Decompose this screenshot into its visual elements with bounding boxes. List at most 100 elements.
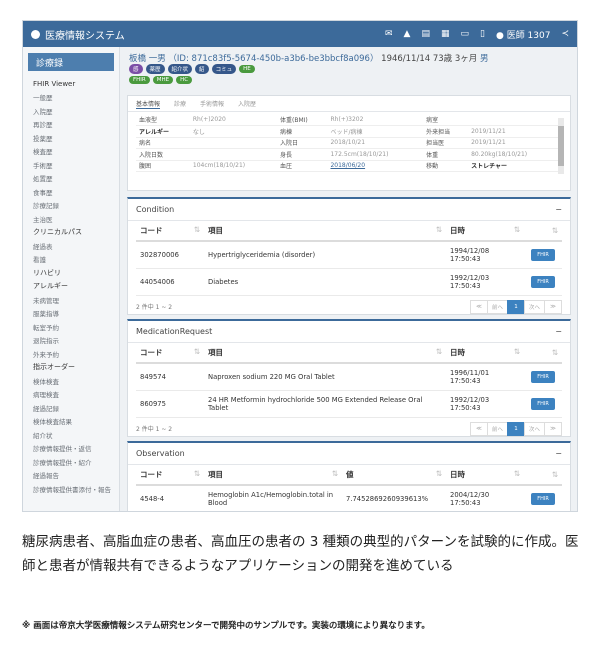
sidebar-item[interactable]: 再診歴 xyxy=(23,118,119,132)
pager-next[interactable]: 次へ xyxy=(523,299,545,314)
sidebar-item[interactable]: 検体検査結果 xyxy=(23,415,119,429)
sidebar-item[interactable]: アレルギー xyxy=(23,280,119,294)
column-header[interactable]: ⇅ xyxy=(524,221,562,242)
sidebar-item[interactable]: 転室予約 xyxy=(23,320,119,334)
pager-current[interactable]: 1 xyxy=(506,421,525,436)
sidebar-item[interactable]: 診療記録 xyxy=(23,199,119,213)
sidebar-item[interactable]: 手術歴 xyxy=(23,158,119,172)
summary-tab[interactable]: 手術情報 xyxy=(200,99,224,108)
sort-icon[interactable]: ⇅ xyxy=(514,469,520,478)
sidebar-item[interactable]: 一般歴 xyxy=(23,91,119,105)
column-header[interactable]: 項目 ⇅ xyxy=(204,343,446,364)
condition-collapse-button[interactable]: − xyxy=(555,205,562,214)
fhir-button[interactable]: FHIR xyxy=(531,397,555,410)
pager-last[interactable]: ≫ xyxy=(544,421,562,436)
sort-icon[interactable]: ⇅ xyxy=(552,226,558,235)
sort-icon[interactable]: ⇅ xyxy=(436,469,442,478)
sort-icon[interactable]: ⇅ xyxy=(514,225,520,234)
column-header[interactable]: 項目 ⇅ xyxy=(204,465,342,486)
patient-badge[interactable]: HE xyxy=(239,65,255,73)
user-menu[interactable]: ● 医師 1307 xyxy=(496,28,550,41)
file-icon[interactable]: ▯ xyxy=(480,29,485,39)
sidebar-item[interactable]: 診療情報提供・返信 xyxy=(23,442,119,456)
pager-next[interactable]: 次へ xyxy=(523,421,545,436)
column-header[interactable]: 日時 ⇅ xyxy=(446,221,524,242)
sidebar-item[interactable]: 投薬歴 xyxy=(23,131,119,145)
sidebar-item[interactable]: 食事歴 xyxy=(23,185,119,199)
sidebar-item[interactable]: 検体検査 xyxy=(23,374,119,388)
pager-prev[interactable]: 前へ xyxy=(486,299,508,314)
sidebar-item[interactable]: 入院歴 xyxy=(23,104,119,118)
notification-icon[interactable]: ✉ xyxy=(385,29,393,39)
sort-icon[interactable]: ⇅ xyxy=(552,348,558,357)
sidebar-item[interactable]: 診療情報提供・紹介 xyxy=(23,455,119,469)
sidebar-item[interactable]: 未病管理 xyxy=(23,293,119,307)
summary-tab[interactable]: 基本情報 xyxy=(136,99,161,109)
pager-prev[interactable]: 前へ xyxy=(486,421,508,436)
document-icon[interactable]: ▤ xyxy=(421,29,430,39)
pager-first[interactable]: ≪ xyxy=(469,421,488,436)
sidebar-item[interactable]: 処置歴 xyxy=(23,172,119,186)
sidebar-item[interactable]: 経過表 xyxy=(23,239,119,253)
column-header[interactable]: 値 ⇅ xyxy=(342,465,446,486)
column-header[interactable]: コード ⇅ xyxy=(136,465,204,486)
patient-badge[interactable]: 感 xyxy=(129,64,143,74)
sidebar-item[interactable]: FHIR Viewer xyxy=(23,77,119,91)
column-header[interactable]: 項目 ⇅ xyxy=(204,221,446,242)
column-header[interactable]: 日時 ⇅ xyxy=(446,465,524,486)
summary-tab[interactable]: 診療 xyxy=(174,99,186,108)
share-icon[interactable]: ≺ xyxy=(561,29,569,39)
sidebar-item[interactable]: 服薬指導 xyxy=(23,307,119,321)
fhir-button[interactable]: FHIR xyxy=(531,248,555,261)
brand[interactable]: 医療情報システム xyxy=(31,27,125,42)
sidebar-item[interactable]: 経過報告 xyxy=(23,469,119,483)
sidebar-title[interactable]: 診療録 xyxy=(28,53,114,71)
sort-icon[interactable]: ⇅ xyxy=(332,469,338,478)
sort-icon[interactable]: ⇅ xyxy=(552,470,558,479)
monitor-icon[interactable]: ▭ xyxy=(461,29,470,39)
patient-tag[interactable]: MHE xyxy=(152,76,174,84)
pager-first[interactable]: ≪ xyxy=(469,299,488,314)
patient-badge[interactable]: 紹 xyxy=(195,64,209,74)
patient-badge[interactable]: コミュ xyxy=(211,64,237,74)
fhir-button[interactable]: FHIR xyxy=(531,370,555,383)
patient-sex: 男 xyxy=(480,54,489,64)
column-header[interactable]: ⇅ xyxy=(524,465,562,486)
sort-icon[interactable]: ⇅ xyxy=(436,225,442,234)
column-header[interactable]: コード ⇅ xyxy=(136,221,204,242)
sidebar-item[interactable]: 退院指示 xyxy=(23,334,119,348)
sort-icon[interactable]: ⇅ xyxy=(436,347,442,356)
sidebar-item[interactable]: クリニカルパス xyxy=(23,226,119,240)
fhir-button[interactable]: FHIR xyxy=(531,492,555,505)
pager-current[interactable]: 1 xyxy=(506,299,525,314)
sidebar-item[interactable]: 主治医 xyxy=(23,212,119,226)
column-header[interactable]: ⇅ xyxy=(524,343,562,364)
sidebar-item[interactable]: 診療情報提供書添付・報告 xyxy=(23,482,119,496)
sidebar-item[interactable]: 検査歴 xyxy=(23,145,119,159)
patient-tag[interactable]: FHIR xyxy=(129,76,150,84)
alert-icon[interactable]: ▲ xyxy=(404,29,411,39)
calendar-icon[interactable]: ▦ xyxy=(441,29,450,39)
sidebar-item[interactable]: 指示オーダー xyxy=(23,361,119,375)
patient-badge[interactable]: 紹介状 xyxy=(167,64,193,74)
sort-icon[interactable]: ⇅ xyxy=(194,225,200,234)
summary-tab[interactable]: 入院歴 xyxy=(238,99,256,108)
summary-scrollbar[interactable] xyxy=(558,118,564,174)
fhir-button[interactable]: FHIR xyxy=(531,275,555,288)
patient-tag[interactable]: HC xyxy=(176,76,193,84)
sidebar-item[interactable]: 外来予約 xyxy=(23,347,119,361)
patient-badge[interactable]: 薬歴 xyxy=(145,64,165,74)
sidebar-item[interactable]: 病理検査 xyxy=(23,388,119,402)
sidebar-item[interactable]: リハビリ xyxy=(23,266,119,280)
sort-icon[interactable]: ⇅ xyxy=(194,469,200,478)
sort-icon[interactable]: ⇅ xyxy=(514,347,520,356)
sidebar-item[interactable]: 看護 xyxy=(23,253,119,267)
sidebar-item[interactable]: 経過記録 xyxy=(23,401,119,415)
sort-icon[interactable]: ⇅ xyxy=(194,347,200,356)
observation-collapse-button[interactable]: − xyxy=(555,449,562,458)
sidebar-item[interactable]: 紹介状 xyxy=(23,428,119,442)
medication-collapse-button[interactable]: − xyxy=(555,327,562,336)
pager-last[interactable]: ≫ xyxy=(544,299,562,314)
column-header[interactable]: コード ⇅ xyxy=(136,343,204,364)
column-header[interactable]: 日時 ⇅ xyxy=(446,343,524,364)
